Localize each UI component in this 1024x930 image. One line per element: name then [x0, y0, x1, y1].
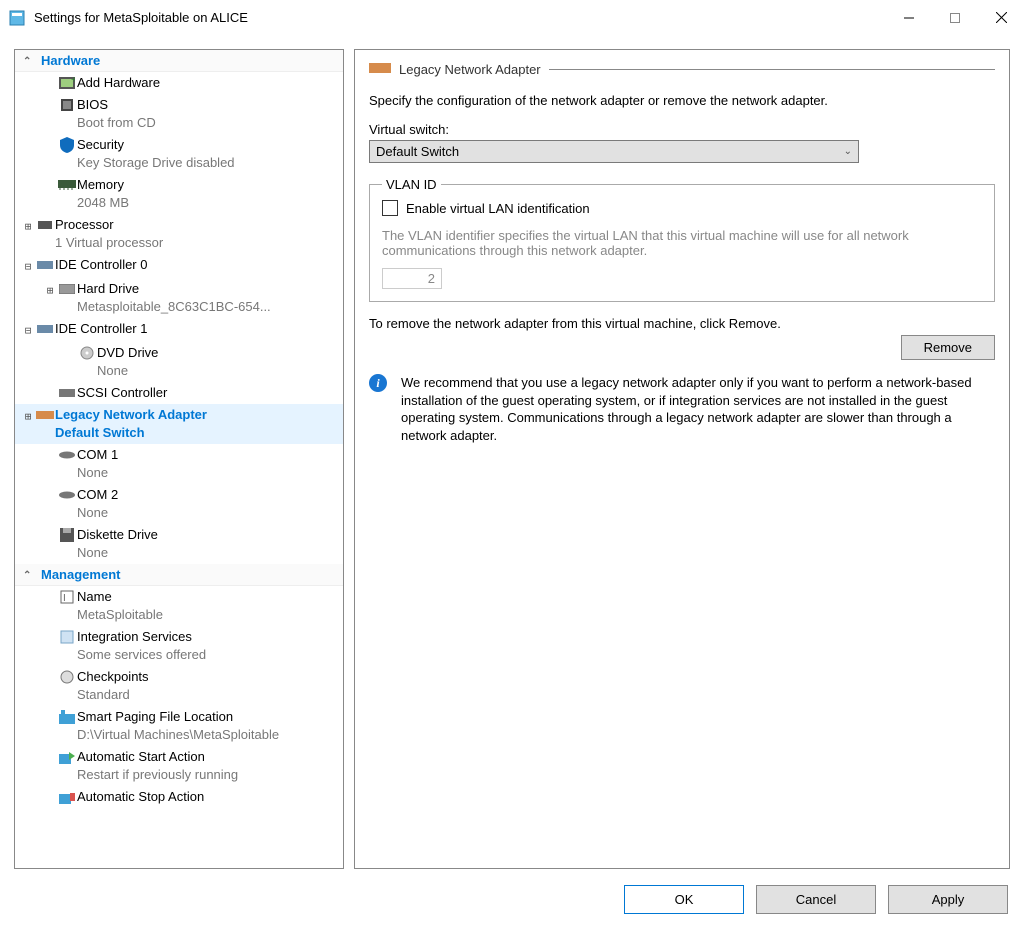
virtual-switch-value: Default Switch: [376, 144, 459, 159]
network-adapter-icon: [35, 406, 55, 424]
add-hardware-icon: +: [57, 74, 77, 92]
panel-description: Specify the configuration of the network…: [369, 93, 995, 108]
cancel-button[interactable]: Cancel: [756, 885, 876, 914]
bios-icon: [57, 96, 77, 114]
dvd-icon: [77, 344, 97, 362]
minimize-button[interactable]: [886, 2, 932, 34]
tree-item-auto-stop[interactable]: Automatic Stop Action: [37, 786, 343, 808]
maximize-button[interactable]: [932, 2, 978, 34]
tree-item-ide0[interactable]: ⊟ IDE Controller 0: [15, 254, 343, 278]
processor-icon: [35, 216, 55, 234]
window-title: Settings for MetaSploitable on ALICE: [34, 10, 886, 25]
tree-item-smart-paging[interactable]: Smart Paging File LocationD:\Virtual Mac…: [37, 706, 343, 746]
shield-icon: [57, 136, 77, 154]
expand-icon[interactable]: ⊞: [43, 282, 57, 300]
expand-icon[interactable]: ⊞: [21, 218, 35, 236]
tree-item-processor[interactable]: ⊞ Processor1 Virtual processor: [15, 214, 343, 254]
hardware-section-header[interactable]: ⌃ Hardware: [15, 50, 343, 72]
info-panel: i We recommend that you use a legacy net…: [369, 374, 995, 444]
controller-icon: [35, 320, 55, 338]
com-port-icon: [57, 486, 77, 504]
floppy-icon: [57, 526, 77, 544]
checkbox-icon: [382, 200, 398, 216]
tree-item-harddrive[interactable]: ⊞ Hard DriveMetasploitable_8C63C1BC-654.…: [37, 278, 343, 318]
title-bar: Settings for MetaSploitable on ALICE: [0, 0, 1024, 35]
ok-button[interactable]: OK: [624, 885, 744, 914]
svg-text:+: +: [71, 77, 75, 86]
tree-item-scsi[interactable]: SCSI Controller: [37, 382, 343, 404]
integration-icon: [57, 628, 77, 646]
tree-item-legacy-network-adapter[interactable]: ⊞ Legacy Network AdapterDefault Switch: [15, 404, 343, 444]
chevron-down-icon: ⌄: [844, 146, 852, 157]
window-buttons: [886, 2, 1024, 34]
tree-item-com1[interactable]: COM 1None: [37, 444, 343, 484]
panel-title: Legacy Network Adapter: [369, 62, 995, 77]
checkpoints-icon: [57, 668, 77, 686]
collapse-icon[interactable]: ⊟: [21, 322, 35, 340]
apply-button[interactable]: Apply: [888, 885, 1008, 914]
virtual-switch-select[interactable]: Default Switch ⌄: [369, 140, 859, 163]
management-header-label: Management: [41, 567, 120, 582]
hardware-header-label: Hardware: [41, 53, 100, 68]
vlan-help-text: The VLAN identifier specifies the virtua…: [382, 228, 982, 258]
tree-item-diskette[interactable]: Diskette DriveNone: [37, 524, 343, 564]
scsi-icon: [57, 384, 77, 402]
controller-icon: [35, 256, 55, 274]
settings-panel: Legacy Network Adapter Specify the confi…: [354, 49, 1010, 869]
tree-item-bios[interactable]: BIOSBoot from CD: [37, 94, 343, 134]
harddrive-icon: [57, 280, 77, 298]
tree-item-name[interactable]: I NameMetaSploitable: [37, 586, 343, 626]
tree-item-security[interactable]: SecurityKey Storage Drive disabled: [37, 134, 343, 174]
memory-icon: [57, 176, 77, 194]
app-icon: [8, 9, 26, 27]
info-icon: i: [369, 374, 387, 392]
tree-item-auto-start[interactable]: Automatic Start ActionRestart if previou…: [37, 746, 343, 786]
chevron-icon: ⌃: [23, 56, 31, 67]
info-text: We recommend that you use a legacy netwo…: [401, 374, 995, 444]
chevron-icon: ⌃: [23, 570, 31, 581]
name-icon: I: [57, 588, 77, 606]
tree-item-checkpoints[interactable]: CheckpointsStandard: [37, 666, 343, 706]
paging-icon: [57, 708, 77, 726]
vlan-fieldset: VLAN ID Enable virtual LAN identificatio…: [369, 177, 995, 302]
remove-button[interactable]: Remove: [901, 335, 995, 360]
tree-item-memory[interactable]: Memory2048 MB: [37, 174, 343, 214]
svg-text:I: I: [63, 593, 66, 604]
collapse-icon[interactable]: ⊟: [21, 258, 35, 276]
network-adapter-icon: [369, 62, 391, 77]
dialog-footer: OK Cancel Apply: [0, 869, 1024, 930]
com-port-icon: [57, 446, 77, 464]
close-button[interactable]: [978, 2, 1024, 34]
enable-vlan-checkbox[interactable]: Enable virtual LAN identification: [382, 200, 982, 216]
tree-item-ide1[interactable]: ⊟ IDE Controller 1: [15, 318, 343, 342]
vswitch-label: Virtual switch:: [369, 122, 995, 137]
tree-item-dvd[interactable]: DVD DriveNone: [57, 342, 343, 382]
remove-text: To remove the network adapter from this …: [369, 316, 995, 331]
autostart-icon: [57, 748, 77, 766]
tree-item-integration[interactable]: Integration ServicesSome services offere…: [37, 626, 343, 666]
management-section-header[interactable]: ⌃ Management: [15, 564, 343, 586]
autostop-icon: [57, 788, 77, 806]
settings-tree: ⌃ Hardware + Add Hardware BIOSBoot from …: [14, 49, 344, 869]
vlan-legend: VLAN ID: [382, 177, 441, 192]
expand-icon[interactable]: ⊞: [21, 408, 35, 426]
tree-item-com2[interactable]: COM 2None: [37, 484, 343, 524]
vlan-id-input[interactable]: 2: [382, 268, 442, 289]
tree-item-add-hardware[interactable]: + Add Hardware: [37, 72, 343, 94]
